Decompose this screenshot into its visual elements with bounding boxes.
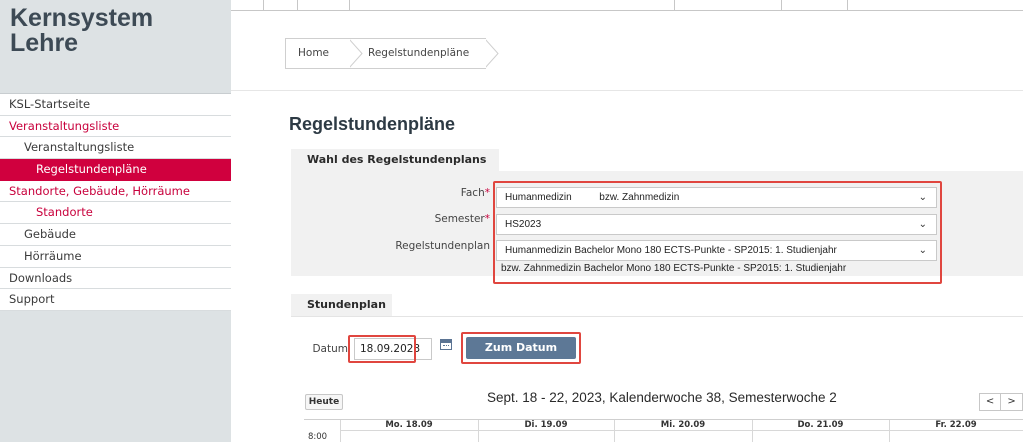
tab-separator — [674, 0, 675, 11]
fach-value: Humanmedizin — [505, 192, 572, 203]
schedule-panel-divider — [291, 316, 1023, 317]
calendar-nav: < > — [979, 393, 1023, 411]
regelstundenplan-label: Regelstundenplan — [395, 240, 490, 252]
chevron-down-icon: ⌄ — [918, 192, 927, 203]
semester-value: HS2023 — [505, 219, 542, 230]
tab-separator — [349, 0, 350, 11]
schedule-panel-heading: Stundenplan — [291, 294, 392, 316]
grid-line — [340, 430, 1023, 431]
sidebar-item-hoerraeume[interactable]: Hörräume — [0, 246, 231, 268]
goto-date-button[interactable]: Zum Datum gehen — [466, 337, 576, 376]
tab-separator — [297, 0, 298, 11]
fach-alt-text: bzw. Zahnmedizin — [599, 192, 680, 203]
sidebar-item-regelstundenplaene[interactable]: Regelstundenpläne — [0, 159, 231, 181]
day-header-di: Di. 19.09 — [524, 420, 568, 430]
sidebar-item-veranstaltungsliste[interactable]: Veranstaltungsliste — [0, 137, 231, 160]
breadcrumb-current[interactable]: Regelstundenpläne — [350, 39, 499, 68]
top-tab-strip — [231, 0, 1023, 11]
calendar-icon[interactable] — [440, 339, 452, 350]
breadcrumb-current-label: Regelstundenpläne — [368, 47, 470, 59]
breadcrumb-arrow-icon — [485, 39, 499, 68]
sidebar-item-ksl-startseite[interactable]: KSL-Startseite — [0, 94, 231, 116]
breadcrumb: Home Regelstundenpläne — [285, 38, 499, 69]
day-header-mi: Mi. 20.09 — [660, 420, 706, 430]
calendar-title: Sept. 18 - 22, 2023, Kalenderwoche 38, S… — [487, 390, 837, 405]
day-header-mo: Mo. 18.09 — [385, 420, 433, 430]
sidebar-item-downloads[interactable]: Downloads — [0, 268, 231, 290]
regelstundenplan-select[interactable]: Humanmedizin Bachelor Mono 180 ECTS-Punk… — [496, 240, 937, 261]
selection-panel-heading: Wahl des Regelstundenplans — [291, 149, 499, 171]
semester-select[interactable]: HS2023 ⌄ — [496, 214, 937, 235]
semester-label: Semester* — [434, 213, 490, 225]
date-input[interactable]: 18.09.2023 — [354, 338, 432, 360]
prev-week-button[interactable]: < — [980, 394, 1002, 410]
logo-line-1: Kernsystem — [10, 4, 154, 32]
sidebar-item-standorte[interactable]: Standorte — [0, 202, 231, 225]
sidebar-item-support[interactable]: Support — [0, 289, 231, 311]
logo-line-2: Lehre — [10, 29, 79, 57]
regelstundenplan-alt-text: bzw. Zahnmedizin Bachelor Mono 180 ECTS-… — [501, 263, 847, 274]
day-header-do: Do. 21.09 — [797, 420, 844, 430]
chevron-down-icon: ⌄ — [918, 219, 927, 230]
day-header-fr: Fr. 22.09 — [935, 420, 977, 430]
tab-separator — [781, 0, 782, 11]
datum-label: Datum — [312, 343, 348, 355]
breadcrumb-home-label: Home — [298, 47, 330, 59]
tab-separator — [847, 0, 848, 11]
page-title: Regelstundenpläne — [289, 114, 456, 134]
fach-label: Fach* — [460, 187, 490, 199]
next-week-button[interactable]: > — [1001, 394, 1022, 410]
regelstundenplan-value: Humanmedizin Bachelor Mono 180 ECTS-Punk… — [505, 245, 837, 256]
chevron-down-icon: ⌄ — [918, 245, 927, 256]
sidebar-nav: KSL-Startseite Veranstaltungsliste Veran… — [0, 93, 231, 311]
time-label: 8:00 — [308, 432, 328, 442]
breadcrumb-home[interactable]: Home — [286, 39, 363, 68]
header-divider — [231, 90, 1023, 91]
app-logo[interactable]: Kernsystem Lehre — [10, 6, 153, 56]
tab-separator — [263, 0, 264, 11]
app-root: Kernsystem Lehre KSL-Startseite Veransta… — [0, 0, 1023, 442]
calendar-grid: Mo. 18.09 Di. 19.09 Mi. 20.09 Do. 21.09 … — [304, 419, 1023, 442]
today-button[interactable]: Heute — [305, 394, 343, 410]
sidebar: Kernsystem Lehre KSL-Startseite Veransta… — [0, 0, 231, 442]
sidebar-section-veranstaltungsliste[interactable]: Veranstaltungsliste — [0, 116, 231, 138]
fach-select[interactable]: Humanmedizin bzw. Zahnmedizin ⌄ — [496, 187, 937, 208]
sidebar-section-standorte[interactable]: Standorte, Gebäude, Hörräume — [0, 181, 231, 203]
sidebar-item-gebaeude[interactable]: Gebäude — [0, 224, 231, 246]
